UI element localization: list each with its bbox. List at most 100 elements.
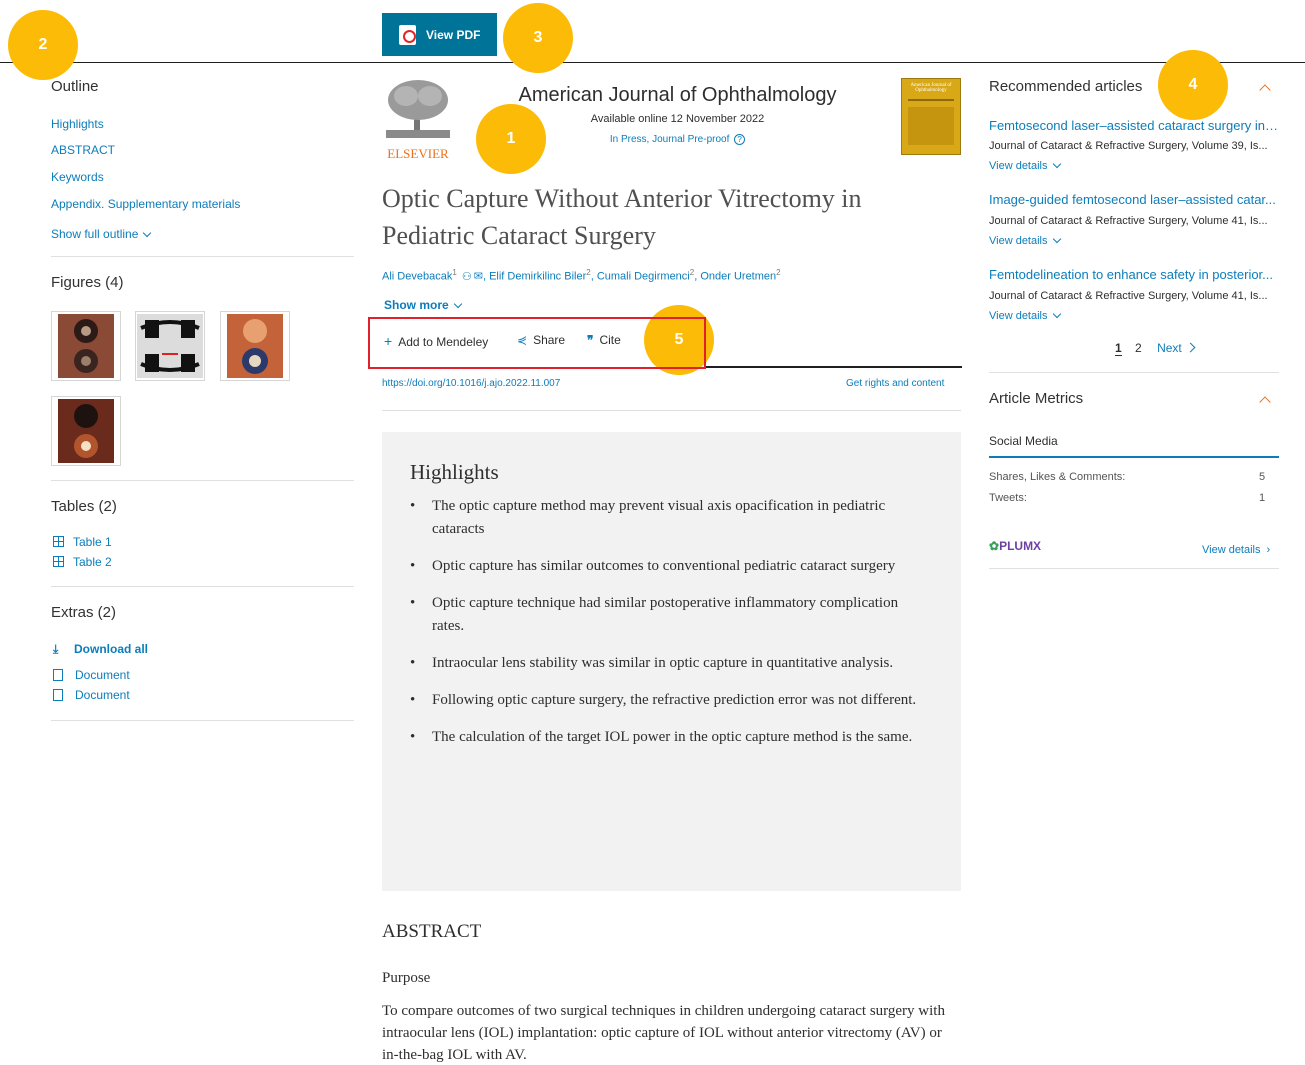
outline-link-highlights[interactable]: Highlights: [51, 117, 104, 131]
in-press-status[interactable]: In Press, Journal Pre-proof ?: [470, 134, 885, 145]
recommended-article-title[interactable]: Image-guided femtosecond laser–assisted …: [989, 192, 1279, 207]
cite-label: Cite: [599, 333, 621, 347]
figure-thumbnail-1[interactable]: [51, 311, 121, 381]
help-icon: ?: [734, 134, 746, 145]
author-list: Ali Devebacak1 ⚇ ✉, Elif Demirkilinc Bile…: [382, 268, 781, 283]
divider: [51, 720, 354, 721]
social-media-underline: [989, 456, 1279, 458]
cover-rule: [908, 99, 954, 101]
outline-link-abstract[interactable]: ABSTRACT: [51, 143, 115, 157]
eye-image: [58, 399, 114, 463]
share-button[interactable]: ⋞ Share: [517, 333, 565, 347]
recommended-view-details[interactable]: View details: [989, 309, 1061, 322]
metric-label: Tweets:: [989, 492, 1027, 504]
figure-thumbnail-2[interactable]: [135, 311, 205, 381]
callout-badge-4: 4: [1158, 50, 1228, 120]
outline-link-keywords[interactable]: Keywords: [51, 170, 104, 184]
article-title: Optic Capture Without Anterior Vitrectom…: [382, 184, 862, 250]
in-press-label: In Press, Journal Pre-proof: [609, 134, 730, 145]
show-more-button[interactable]: Show more: [384, 298, 462, 312]
recommended-article-source: Journal of Cataract & Refractive Surgery…: [989, 140, 1268, 152]
download-all-label: Download all: [74, 642, 149, 656]
pdf-icon: [399, 24, 416, 45]
divider: [382, 410, 961, 411]
elsevier-logo[interactable]: ELSEVIER: [382, 78, 454, 161]
divider: [989, 372, 1279, 373]
extras-title: Extras (2): [51, 604, 117, 621]
recommended-view-details[interactable]: View details: [989, 159, 1061, 172]
journal-title[interactable]: American Journal of Ophthalmology: [470, 84, 885, 107]
view-pdf-button[interactable]: View PDF: [382, 13, 497, 56]
plus-icon: +: [384, 333, 393, 349]
extra-document-1[interactable]: Document: [53, 668, 130, 682]
show-full-outline-button[interactable]: Show full outline: [51, 227, 152, 241]
chevron-right-icon: [1185, 342, 1196, 353]
affiliation-sup: 1: [452, 268, 457, 277]
plumx-label: PLUMX: [999, 539, 1042, 553]
tree-icon: [386, 80, 450, 138]
table-icon: [53, 536, 64, 547]
chevron-right-icon: ›: [1266, 544, 1271, 556]
document-label: Document: [75, 668, 130, 682]
author-link[interactable]: Cumali Degirmenci: [597, 271, 690, 283]
affiliation-sup: 2: [776, 268, 781, 277]
divider: [51, 480, 354, 481]
highlight-item: Intraocular lens stability was similar i…: [410, 652, 925, 675]
available-online-date: Available online 12 November 2022: [590, 113, 765, 125]
diagram-image: [137, 314, 203, 378]
cover-panel: [908, 107, 954, 145]
recommended-article-title[interactable]: Femtosecond laser–assisted cataract surg…: [989, 118, 1279, 133]
journal-cover[interactable]: American Journal of Ophthalmology: [901, 78, 961, 155]
download-all-button[interactable]: ⤓ Download all: [53, 642, 148, 657]
recommended-article-title[interactable]: Femtodelineation to enhance safety in po…: [989, 267, 1279, 282]
article-metrics-title: Article Metrics: [989, 390, 1084, 407]
header-divider: [0, 62, 1305, 63]
cite-button[interactable]: ❞ Cite: [587, 333, 621, 347]
show-full-outline-label: Show full outline: [51, 227, 139, 241]
author-link[interactable]: Onder Uretmen: [700, 271, 776, 283]
chevron-down-icon: [143, 228, 152, 238]
divider: [989, 568, 1279, 569]
highlight-item: The calculation of the target IOL power …: [410, 726, 925, 749]
outline-link-appendix[interactable]: Appendix. Supplementary materials: [51, 197, 240, 211]
eye-image: [227, 314, 283, 378]
view-details-label: View details: [989, 160, 1048, 172]
plumx-logo[interactable]: ✿PLUMX: [989, 539, 1041, 553]
recommended-article-source: Journal of Cataract & Refractive Surgery…: [989, 290, 1268, 302]
highlights-section: Highlights The optic capture method may …: [382, 432, 961, 891]
callout-badge-3: 3: [503, 3, 573, 73]
purpose-text: To compare outcomes of two surgical tech…: [382, 1003, 945, 1063]
recommended-title: Recommended articles: [989, 78, 1143, 95]
table-link-1[interactable]: Table 1: [53, 535, 112, 549]
tables-title: Tables (2): [51, 498, 117, 515]
recommended-article-source: Journal of Cataract & Refractive Surgery…: [989, 215, 1268, 227]
doi-link[interactable]: https://doi.org/10.1016/j.ajo.2022.11.00…: [382, 378, 560, 389]
toolbar-divider: [706, 366, 962, 368]
next-page-button[interactable]: Next: [1157, 341, 1196, 355]
collapse-icon[interactable]: [1259, 84, 1271, 96]
outline-title: Outline: [51, 78, 99, 95]
document-icon: [53, 689, 63, 701]
recommended-view-details[interactable]: View details: [989, 234, 1061, 247]
cover-title: American Journal of Ophthalmology: [910, 83, 952, 93]
plumx-icon: ✿: [989, 539, 1000, 553]
email-icon[interactable]: ✉: [474, 271, 483, 283]
figure-thumbnail-4[interactable]: [51, 396, 121, 466]
view-details-label: View details: [989, 310, 1048, 322]
metrics-view-details[interactable]: View details ›: [1202, 544, 1270, 556]
extra-document-2[interactable]: Document: [53, 688, 130, 702]
table-link-2[interactable]: Table 2: [53, 555, 112, 569]
table-link-label: Table 2: [73, 555, 112, 569]
metric-value: 5: [1259, 471, 1266, 483]
author-link[interactable]: Elif Demirkilinc Biler: [489, 271, 586, 283]
author-link[interactable]: Ali Devebacak: [382, 271, 452, 283]
collapse-icon[interactable]: [1259, 396, 1271, 408]
page-1-link[interactable]: 1: [1115, 341, 1122, 356]
figure-thumbnail-3[interactable]: [220, 311, 290, 381]
mendeley-label: Add to Mendeley: [398, 335, 489, 349]
add-to-mendeley-button[interactable]: + Add to Mendeley: [384, 333, 488, 349]
rights-link[interactable]: Get rights and content: [846, 378, 944, 389]
divider: [51, 256, 354, 257]
page-2-link[interactable]: 2: [1135, 341, 1142, 355]
figures-title: Figures (4): [51, 274, 124, 291]
